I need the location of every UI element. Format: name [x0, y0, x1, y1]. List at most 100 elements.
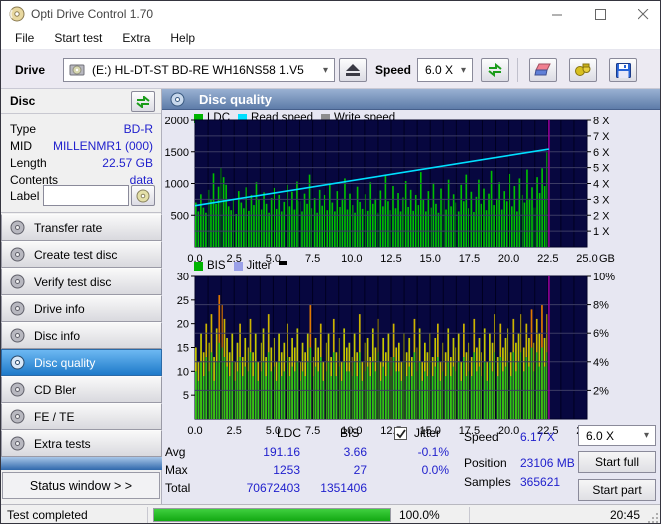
svg-text:10: 10	[177, 366, 189, 378]
svg-text:1000: 1000	[165, 179, 189, 191]
close-button[interactable]	[626, 1, 660, 27]
sidebar-item-drive-info[interactable]: Drive info	[1, 295, 162, 322]
readout-position-value: 23106 MB	[520, 456, 575, 470]
statusbar-separator	[469, 507, 470, 523]
minimize-button[interactable]	[540, 1, 574, 27]
speed-value: 6.0 X	[425, 63, 454, 77]
stats-col-ldc: LDC	[277, 426, 302, 440]
jitter-legend-label: Jitter	[246, 260, 272, 272]
sidebar-item-verify-test-disc[interactable]: Verify test disc	[1, 268, 162, 295]
sidebar-item-extra-tests[interactable]: Extra tests	[1, 430, 162, 457]
stats-col-bis: BIS	[340, 426, 360, 440]
sidebar-item-cd-bler[interactable]: CD Bler	[1, 376, 162, 403]
sidebar-item-label: FE / TE	[34, 409, 75, 424]
disc-label-input[interactable]	[43, 185, 129, 206]
readout-speed-label: Speed	[464, 430, 499, 444]
svg-text:0.0: 0.0	[187, 425, 202, 437]
eject-button[interactable]	[339, 58, 367, 82]
svg-text:1500: 1500	[165, 147, 189, 159]
cd-icon	[10, 382, 25, 397]
maximize-icon	[594, 8, 606, 20]
avg-bis-value: 3.66	[343, 445, 367, 459]
status-window-button[interactable]: Status window > >	[2, 472, 160, 499]
progress-fill	[154, 509, 390, 521]
svg-text:10%: 10%	[593, 273, 615, 283]
cd-icon	[10, 328, 25, 343]
app-icon	[9, 6, 25, 22]
svg-text:20.0: 20.0	[498, 253, 519, 265]
stats-row-avg-label: Avg	[165, 445, 186, 459]
svg-text:30: 30	[177, 273, 189, 283]
main-panel: Disc quality LDC Read speed Write speed …	[162, 89, 660, 504]
cd-icon	[10, 274, 25, 289]
cd-icon	[136, 189, 150, 202]
svg-text:8 X: 8 X	[593, 117, 610, 127]
sidebar-item-fe-te[interactable]: FE / TE	[1, 403, 162, 430]
max-bis-value: 27	[353, 463, 367, 477]
app-window: Opti Drive Control 1.70 File Start test …	[0, 0, 661, 524]
main-header: Disc quality	[162, 89, 660, 110]
disc-label-label: Label	[10, 189, 40, 203]
svg-text:12.5: 12.5	[380, 253, 401, 265]
menu-bar: File Start test Extra Help	[1, 27, 660, 50]
disc-length-label: Length	[10, 156, 47, 170]
progress-bar	[153, 508, 391, 522]
menu-file[interactable]: File	[5, 28, 44, 48]
erase-button[interactable]	[529, 58, 557, 82]
svg-text:8%: 8%	[593, 300, 609, 312]
jitter-checkbox[interactable]	[394, 427, 407, 440]
save-button[interactable]	[609, 58, 637, 82]
sidebar-item-label: Drive info	[34, 301, 85, 316]
disc-panel-header: Disc	[1, 89, 161, 114]
drive-select[interactable]: (E:) HL-DT-ST BD-RE WH16NS58 1.V5 ▾	[63, 58, 335, 82]
sidebar-item-disc-quality[interactable]: Disc quality	[1, 349, 162, 376]
cd-icon	[170, 92, 185, 106]
sidebar-item-label: Disc info	[34, 328, 81, 343]
svg-text:GB: GB	[599, 253, 615, 265]
speed-select[interactable]: 6.0 X ▾	[417, 58, 473, 82]
maximize-button[interactable]	[583, 1, 617, 27]
quality-speed-value: 6.0 X	[586, 428, 615, 443]
window-title: Opti Drive Control 1.70	[31, 7, 154, 21]
jitter-legend-swatch	[233, 261, 243, 271]
chevron-down-icon: ▾	[322, 64, 328, 76]
svg-text:1 X: 1 X	[593, 226, 610, 238]
svg-text:25.0: 25.0	[576, 253, 597, 265]
total-ldc-value: 70672403	[246, 481, 300, 495]
status-window-label: Status window > >	[29, 478, 133, 493]
drive-icon	[69, 64, 85, 76]
bis-legend-label: BIS	[207, 260, 226, 272]
chevron-down-icon: ▾	[460, 64, 466, 76]
disc-label-button[interactable]	[131, 185, 155, 206]
main-header-title: Disc quality	[199, 91, 272, 107]
menu-help[interactable]: Help	[160, 28, 205, 48]
disc-panel-title: Disc	[10, 94, 36, 108]
resize-grip[interactable]	[647, 512, 659, 524]
refresh-button[interactable]	[481, 58, 509, 82]
speed-label: Speed	[375, 63, 412, 77]
start-part-button[interactable]: Start part	[578, 479, 656, 501]
readout-speed-value: 6.17 X	[520, 430, 555, 444]
menu-extra[interactable]: Extra	[112, 28, 160, 48]
menu-start-test[interactable]: Start test	[44, 28, 112, 48]
svg-text:7.5: 7.5	[305, 253, 320, 265]
sidebar-item-disc-info[interactable]: Disc info	[1, 322, 162, 349]
disc-type-row: Type BD-R	[10, 122, 153, 137]
sidebar-item-transfer-rate[interactable]: Transfer rate	[1, 214, 162, 241]
disc-refresh-button[interactable]	[131, 91, 155, 112]
jitter-checkbox-label: Jitter	[414, 426, 441, 440]
total-bis-value: 1351406	[320, 481, 367, 495]
sidebar-item-label: Extra tests	[34, 436, 91, 451]
sidebar: Disc Type BD-R MID MILLENMR1 (000) Lengt…	[1, 89, 162, 504]
eraser-icon	[534, 63, 551, 76]
toolbar: Drive (E:) HL-DT-ST BD-RE WH16NS58 1.V5 …	[1, 50, 660, 89]
progress-percent: 100.0%	[399, 508, 440, 522]
start-full-button[interactable]: Start full	[578, 451, 656, 473]
drive-value: (E:) HL-DT-ST BD-RE WH16NS58 1.V5	[92, 63, 304, 77]
tools-icon	[575, 63, 591, 76]
tools-button[interactable]	[569, 58, 597, 82]
sidebar-item-create-test-disc[interactable]: Create test disc	[1, 241, 162, 268]
cd-icon	[10, 409, 25, 424]
readout-position-label: Position	[464, 456, 507, 470]
quality-speed-select[interactable]: 6.0 X ▾	[578, 425, 656, 446]
